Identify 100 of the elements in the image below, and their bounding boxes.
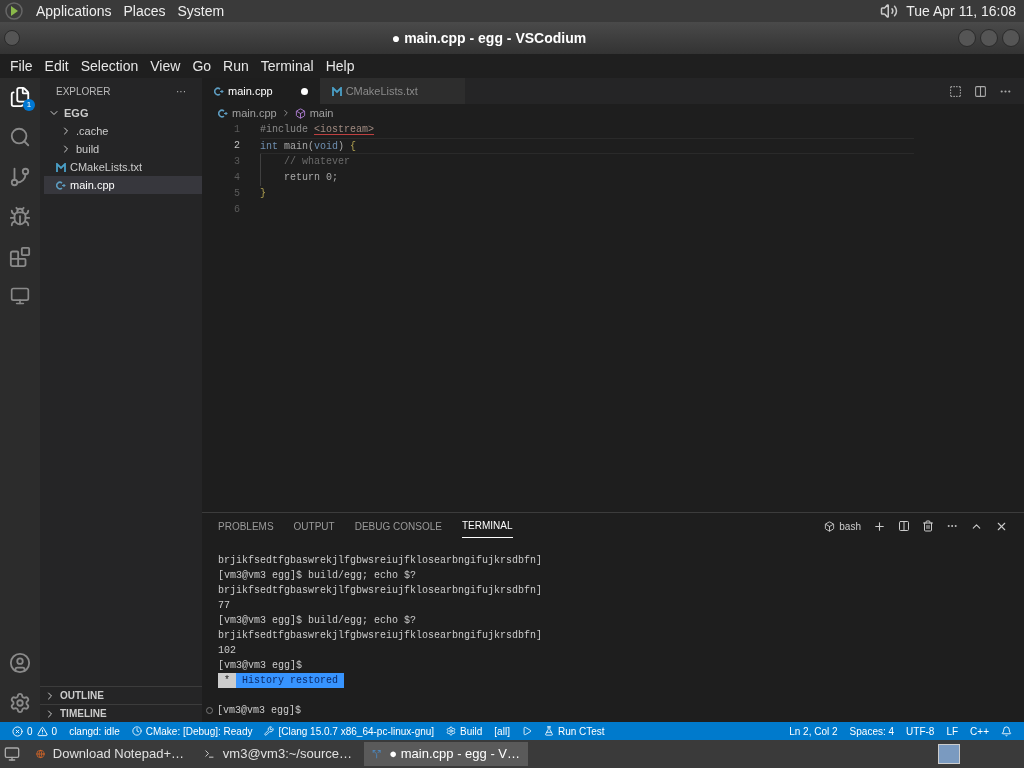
sidebar-title: EXPLORER xyxy=(56,84,111,99)
menu-item[interactable]: Help xyxy=(319,55,361,77)
extensions-icon[interactable] xyxy=(9,246,31,268)
code-line: #include <iostream> xyxy=(260,123,375,137)
search-icon[interactable] xyxy=(9,126,31,148)
window-title: ● main.cpp - egg - VSCodium xyxy=(390,28,588,48)
menu-item[interactable]: Go xyxy=(186,55,218,77)
menu-item[interactable]: File xyxy=(4,55,39,77)
taskbar-item[interactable]: vm3@vm3:~/source… xyxy=(196,742,360,766)
play-icon[interactable] xyxy=(521,726,532,736)
terminal-line: 102 xyxy=(218,644,237,658)
menu-item[interactable]: Edit xyxy=(38,55,75,77)
workspace-switcher[interactable] xyxy=(938,744,960,764)
status-item[interactable]: LF xyxy=(946,723,959,739)
editor-tab[interactable]: CMakeLists.txt xyxy=(319,78,465,104)
cpp-file-icon xyxy=(56,180,66,190)
globe-icon xyxy=(36,747,45,761)
status-item[interactable]: [all] xyxy=(494,723,510,739)
panel-menu[interactable]: Applications xyxy=(36,0,112,22)
notification-badge: 1 xyxy=(23,99,35,111)
terminal-line: [vm3@vm3 egg]$ build/egg; echo $? xyxy=(218,614,418,628)
bell-icon[interactable] xyxy=(1001,725,1012,737)
new-terminal-icon[interactable] xyxy=(873,519,886,533)
split-terminal-icon[interactable] xyxy=(898,520,910,532)
cpp-file-icon xyxy=(218,108,228,118)
gear-icon xyxy=(446,726,457,736)
terminal-line: brjikfsedtfgbaswrekjlfgbwsreiujfklosearbngifujkrsdbfn] xyxy=(218,554,544,568)
tree-item[interactable]: .cache xyxy=(44,122,202,140)
code-line: int main(void) { xyxy=(260,140,357,153)
tree-item[interactable]: main.cpp xyxy=(44,176,202,194)
terminal-line: brjikfsedtfgbaswrekjlfgbwsreiujfklosearbngifujkrsdbfn] xyxy=(218,629,544,643)
branch-icon[interactable] xyxy=(9,166,31,188)
menu-item[interactable]: Run xyxy=(217,55,255,77)
cube-icon xyxy=(824,520,836,532)
taskbar-item[interactable]: ● main.cpp - egg - V… xyxy=(364,742,528,766)
monitor-icon[interactable] xyxy=(10,286,30,306)
history-banner: History restored xyxy=(236,673,345,688)
clock-icon xyxy=(131,726,142,736)
cmake-status[interactable]: CMake: [Debug]: Ready xyxy=(131,723,253,739)
line-number: 4 xyxy=(234,171,240,185)
taskbar-item[interactable]: Download Notepad+… xyxy=(28,742,192,766)
panel-menu[interactable]: System xyxy=(177,0,225,22)
bug-icon[interactable] xyxy=(9,206,31,228)
sidebar-section-header[interactable]: OUTLINE xyxy=(40,686,202,704)
terminal-line: [vm3@vm3 egg]$ xyxy=(217,704,301,718)
split-editor-icon[interactable] xyxy=(974,84,987,98)
banner-mark: * xyxy=(218,673,236,688)
show-desktop-icon[interactable] xyxy=(4,746,20,762)
ctest-status[interactable]: Run CTest xyxy=(543,723,605,739)
line-number: 1 xyxy=(234,123,240,137)
terminal-line: 77 xyxy=(218,599,231,613)
editor-tab[interactable]: main.cpp xyxy=(202,78,320,104)
panel-menu[interactable]: Places xyxy=(123,0,166,22)
warning-icon xyxy=(36,725,48,737)
error-icon xyxy=(12,725,23,737)
breadcrumb-item[interactable]: main.cpp xyxy=(232,104,277,122)
warning-count: 0 xyxy=(51,724,58,739)
shell-selector[interactable]: bash xyxy=(824,518,861,534)
terminal-icon xyxy=(204,747,215,761)
status-item[interactable]: Spaces: 4 xyxy=(849,723,895,739)
trash-icon[interactable] xyxy=(922,520,934,532)
logo-icon xyxy=(4,1,24,21)
account-icon[interactable] xyxy=(9,652,31,674)
menu-item[interactable]: View xyxy=(144,55,187,77)
problems-status[interactable]: 0 0 xyxy=(12,723,58,739)
more-button[interactable]: ··· xyxy=(176,83,186,99)
cpp-file-icon xyxy=(214,86,224,96)
breadcrumb-item[interactable]: main xyxy=(309,104,334,122)
flask-icon xyxy=(543,726,554,736)
tree-item[interactable]: build xyxy=(44,140,202,158)
volume-icon[interactable] xyxy=(880,2,899,20)
code-line: } xyxy=(260,187,266,201)
tree-item[interactable]: CMakeLists.txt xyxy=(44,158,202,176)
code-line: // whatever xyxy=(284,155,350,169)
status-item[interactable]: C++ xyxy=(970,723,989,739)
cmake-file-icon xyxy=(56,162,66,172)
code-line: return 0; xyxy=(284,171,338,185)
tree-item[interactable]: EGG xyxy=(44,104,202,122)
kit-status[interactable]: [Clang 15.0.7 x86_64-pc-linux-gnu] xyxy=(264,723,435,739)
panel-tab[interactable]: OUTPUT xyxy=(293,514,335,538)
wrench-icon xyxy=(264,726,275,736)
terminal-line: [vm3@vm3 egg]$ xyxy=(218,659,303,673)
clock: Tue Apr 11, 16:08 xyxy=(906,1,1016,21)
panel-tab[interactable]: TERMINAL xyxy=(461,514,513,538)
menu-item[interactable]: Terminal xyxy=(254,55,320,77)
panel-tab[interactable]: DEBUG CONSOLE xyxy=(354,514,442,538)
cube-icon xyxy=(294,107,306,119)
build-status[interactable]: Build xyxy=(446,723,483,739)
files-icon[interactable] xyxy=(9,86,31,108)
terminal-line: [vm3@vm3 egg]$ build/egg; echo $? xyxy=(218,569,418,583)
menu-item[interactable]: Selection xyxy=(74,55,145,77)
settings-icon[interactable] xyxy=(9,692,31,714)
status-item[interactable]: UTF-8 xyxy=(906,723,935,739)
status-item[interactable]: Ln 2, Col 2 xyxy=(789,723,838,739)
terminal-line: brjikfsedtfgbaswrekjlfgbwsreiujfklosearbngifujkrsdbfn] xyxy=(218,584,544,598)
error-count: 0 xyxy=(27,724,33,739)
status-item[interactable]: clangd: idle xyxy=(69,723,120,739)
panel-tab[interactable]: PROBLEMS xyxy=(218,514,274,538)
line-number: 2 xyxy=(234,139,240,153)
line-number: 3 xyxy=(234,155,240,169)
